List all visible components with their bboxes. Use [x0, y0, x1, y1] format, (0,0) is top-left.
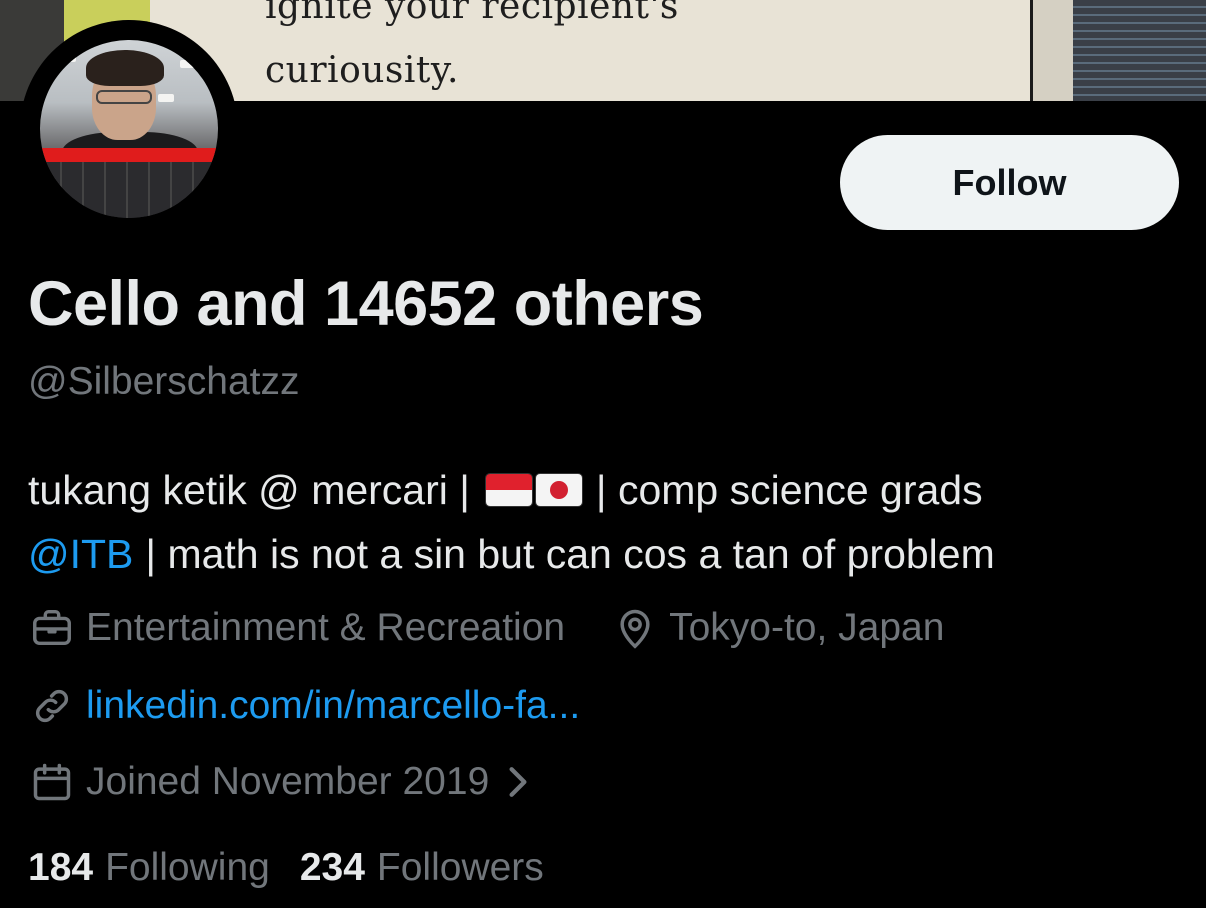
flag-indonesia-icon [485, 474, 532, 506]
profile-location: Tokyo-to, Japan [669, 606, 945, 649]
ceiling-light [60, 54, 76, 62]
avatar-photo [40, 40, 218, 218]
avatar-red-bar [40, 148, 218, 162]
ceiling-light [180, 60, 196, 68]
bio-text: tukang ketik @ mercari | [28, 467, 470, 513]
link-icon [28, 682, 76, 730]
banner-text-line-2: curiousity. [265, 50, 459, 91]
following-label: Following [105, 846, 270, 889]
bio-mention-link[interactable]: @ITB [28, 522, 133, 586]
follow-button[interactable]: Follow [840, 135, 1179, 230]
avatar-glasses [96, 90, 152, 104]
following-link[interactable]: 184 Following [28, 846, 270, 890]
profile-category[interactable]: Entertainment & Recreation [86, 606, 565, 650]
avatar-keyboard [40, 162, 218, 218]
bio-line-2: @ITB | math is not a sin but can cos a t… [28, 522, 1198, 586]
profile-joined-date: Joined November 2019 [86, 760, 490, 803]
display-name: Cello and 14652 others [28, 269, 704, 339]
profile-joined-row[interactable]: Joined November 2019 [28, 758, 531, 806]
user-handle: @Silberschatzz [28, 360, 300, 403]
follow-stats: 184 Following 234 Followers [28, 846, 544, 890]
ceiling-light [158, 94, 174, 102]
bio-text: | comp science grads [595, 467, 983, 513]
followers-label: Followers [376, 846, 544, 889]
banner-text-line-1: ignite your recipient's [265, 0, 679, 27]
banner-paper: ignite your recipient's curiousity. [150, 0, 1033, 101]
location-pin-icon [611, 604, 659, 652]
profile-website-row: linkedin.com/in/marcello-fa... [28, 682, 580, 730]
avatar-hair [86, 50, 164, 86]
banner-code-screen [1073, 0, 1206, 101]
bio-line-1: tukang ketik @ mercari | | comp science … [28, 458, 1198, 522]
briefcase-icon [28, 604, 76, 652]
profile-meta-row: Entertainment & Recreation Tokyo-to, Jap… [28, 604, 944, 652]
followers-link[interactable]: 234 Followers [300, 846, 544, 890]
bio: tukang ketik @ mercari | | comp science … [28, 458, 1198, 586]
profile-website-link[interactable]: linkedin.com/in/marcello-fa... [86, 684, 580, 728]
bio-text: | math is not a sin but can cos a tan of… [145, 531, 995, 577]
flag-japan-icon [535, 474, 582, 506]
followers-count: 234 [299, 846, 365, 889]
following-count: 184 [28, 846, 94, 889]
banner-gutter [1033, 0, 1073, 101]
avatar[interactable] [20, 20, 238, 238]
calendar-icon [28, 758, 76, 806]
chevron-right-icon[interactable] [505, 765, 531, 799]
